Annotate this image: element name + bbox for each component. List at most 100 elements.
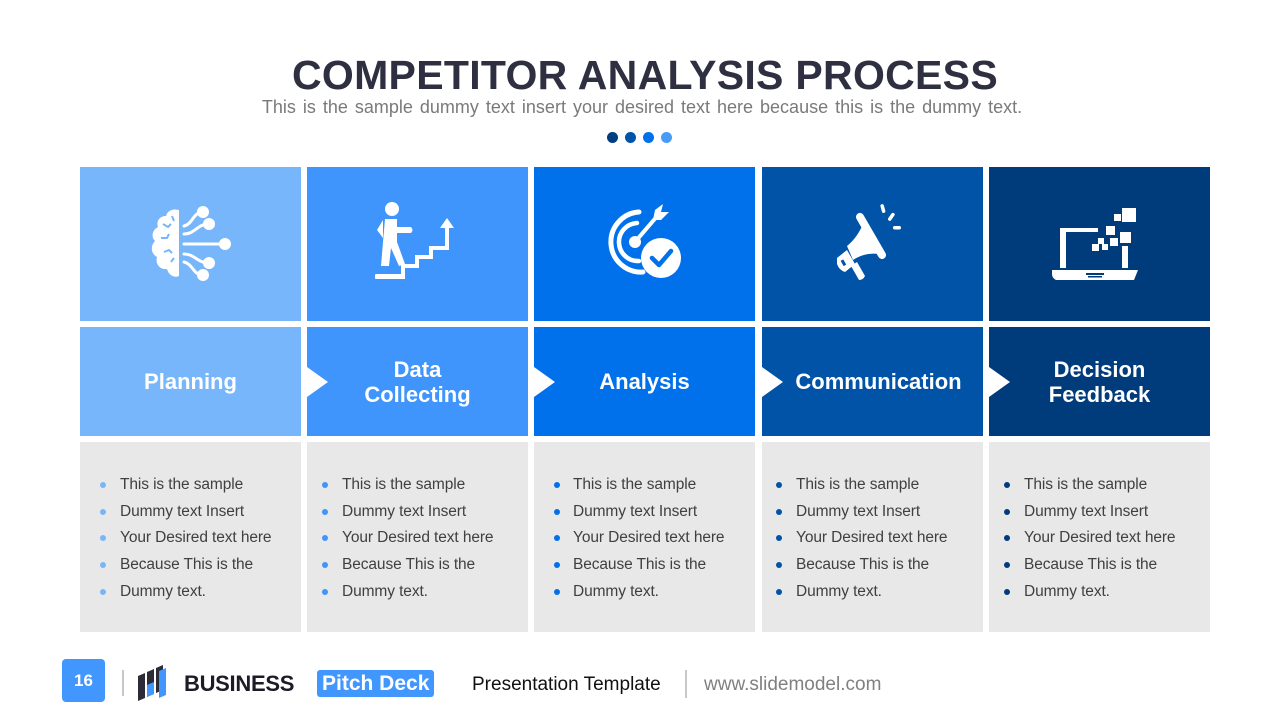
slide-subtitle: This is the sample dummy text insert you… bbox=[261, 97, 1023, 117]
body-tile-planning: This is the sample Dummy text Insert You… bbox=[80, 442, 301, 632]
bullet-list: This is the sample Dummy text Insert You… bbox=[989, 475, 1210, 608]
step-label-line2: Collecting bbox=[364, 381, 471, 407]
bullet-item: Dummy text. bbox=[1004, 582, 1210, 609]
step-label: Communication bbox=[783, 369, 961, 394]
laptop-pixels-icon bbox=[1051, 208, 1138, 280]
body-tile-data-collecting: This is the sample Dummy text Insert You… bbox=[307, 442, 528, 632]
arrow-notch bbox=[989, 367, 1010, 397]
bullet-item: Dummy text Insert bbox=[322, 502, 528, 529]
bullet-text: This is the sample bbox=[342, 476, 466, 493]
bullet-item: This is the sample bbox=[776, 475, 983, 502]
icon-tile-decision-feedback bbox=[989, 167, 1210, 321]
bullet-icon bbox=[1004, 508, 1010, 515]
bullet-item: Dummy text. bbox=[322, 582, 528, 609]
bullet-icon bbox=[1004, 562, 1010, 569]
bullet-icon bbox=[322, 588, 328, 595]
bullet-icon bbox=[554, 508, 560, 515]
step-label-line1: Planning bbox=[144, 369, 237, 394]
bullet-text: This is the sample bbox=[120, 476, 244, 493]
bullet-list: This is the sample Dummy text Insert You… bbox=[80, 475, 301, 608]
person-climbing-stairs-icon bbox=[374, 202, 454, 279]
bullet-item: Your Desired text here bbox=[554, 528, 755, 555]
bullet-item: Dummy text. bbox=[554, 582, 755, 609]
bullet-icon bbox=[554, 482, 560, 488]
label-tile-analysis: Analysis bbox=[534, 327, 755, 436]
icon-tile-planning bbox=[80, 167, 301, 321]
bullet-text: Dummy text. bbox=[796, 582, 882, 600]
icon-tile-communication bbox=[762, 167, 983, 321]
step-label-line1: Data bbox=[393, 356, 442, 382]
body-tile-analysis: This is the sample Dummy text Insert You… bbox=[534, 442, 755, 632]
brand-logo-icon bbox=[138, 665, 166, 701]
bullet-icon bbox=[100, 482, 106, 488]
step-label-line1: Decision bbox=[1053, 356, 1146, 382]
icon-tile-analysis bbox=[534, 167, 755, 321]
bullet-icon bbox=[1004, 588, 1010, 595]
label-tile-communication: Communication bbox=[762, 327, 983, 436]
bullet-item: This is the sample bbox=[554, 475, 755, 502]
bullet-item: Dummy text. bbox=[100, 582, 301, 609]
bullet-icon bbox=[776, 508, 782, 515]
bullet-icon bbox=[100, 588, 106, 595]
bullet-text: Because This is the bbox=[573, 556, 707, 574]
bullet-text: Your Desired text here bbox=[796, 529, 948, 547]
bullet-text: Dummy text Insert bbox=[1024, 502, 1149, 520]
step-label: Decision Feedback bbox=[1049, 357, 1151, 407]
bullet-item: Your Desired text here bbox=[1004, 528, 1210, 555]
bullet-text: Because This is the bbox=[1024, 556, 1158, 574]
icon-tile-data-collecting bbox=[307, 167, 528, 321]
bullet-text: Because This is the bbox=[342, 556, 476, 574]
bullet-icon bbox=[554, 562, 560, 569]
bullet-item: Dummy text Insert bbox=[100, 502, 301, 529]
bullet-text: Dummy text Insert bbox=[573, 502, 698, 520]
bullet-item: Dummy text Insert bbox=[554, 502, 755, 529]
bullet-text: Your Desired text here bbox=[342, 529, 494, 547]
body-tile-decision-feedback: This is the sample Dummy text Insert You… bbox=[989, 442, 1210, 632]
bullet-item: Dummy text Insert bbox=[776, 502, 983, 529]
dot-2 bbox=[625, 132, 636, 143]
bullet-icon bbox=[776, 482, 782, 488]
step-label: Analysis bbox=[599, 369, 690, 394]
dot-3 bbox=[643, 132, 654, 143]
dot-1 bbox=[607, 132, 618, 143]
bullet-icon bbox=[100, 562, 106, 569]
bullet-text: Your Desired text here bbox=[120, 529, 272, 547]
bullet-icon bbox=[322, 562, 328, 569]
bullet-list: This is the sample Dummy text Insert You… bbox=[762, 475, 983, 608]
bullet-text: Dummy text. bbox=[120, 582, 206, 600]
bullet-item: Because This is the bbox=[100, 555, 301, 582]
bullet-item: Your Desired text here bbox=[100, 528, 301, 555]
arrow-notch bbox=[534, 367, 555, 397]
bullet-text: Because This is the bbox=[120, 556, 254, 574]
bullet-icon bbox=[554, 535, 560, 542]
label-tile-planning: Planning bbox=[80, 327, 301, 436]
bullet-item: Because This is the bbox=[1004, 555, 1210, 582]
footer-tagline: Presentation Template bbox=[472, 674, 661, 695]
bullet-icon bbox=[322, 508, 328, 515]
slide-title: COMPETITOR ANALYSIS PROCESS bbox=[292, 52, 998, 98]
brain-network-icon bbox=[151, 206, 231, 281]
bullet-icon bbox=[554, 588, 560, 595]
bullet-item: Your Desired text here bbox=[776, 528, 983, 555]
step-label: Planning bbox=[144, 369, 237, 394]
footer-divider bbox=[122, 670, 124, 696]
step-label-line1: Communication bbox=[795, 369, 962, 394]
bullet-text: Dummy text Insert bbox=[796, 502, 921, 520]
dot-4 bbox=[661, 132, 672, 143]
bullet-icon bbox=[776, 535, 782, 542]
page-number-badge: 16 bbox=[62, 659, 105, 702]
bullet-text: Dummy text Insert bbox=[342, 502, 467, 520]
label-tile-decision-feedback: Decision Feedback bbox=[989, 327, 1210, 436]
bullet-text: Dummy text. bbox=[573, 582, 659, 600]
bullet-icon bbox=[100, 508, 106, 515]
label-tile-data-collecting: Data Collecting bbox=[307, 327, 528, 436]
arrow-notch bbox=[307, 367, 328, 397]
arrow-notch bbox=[762, 367, 783, 397]
bullet-icon bbox=[1004, 482, 1010, 488]
bullet-icon bbox=[1004, 535, 1010, 542]
bullet-icon bbox=[100, 535, 106, 542]
website-link[interactable]: www.slidemodel.com bbox=[704, 674, 881, 696]
step-label-line2: Feedback bbox=[1048, 381, 1151, 407]
bullet-icon bbox=[322, 482, 328, 488]
bullet-item: Dummy text Insert bbox=[1004, 502, 1210, 529]
